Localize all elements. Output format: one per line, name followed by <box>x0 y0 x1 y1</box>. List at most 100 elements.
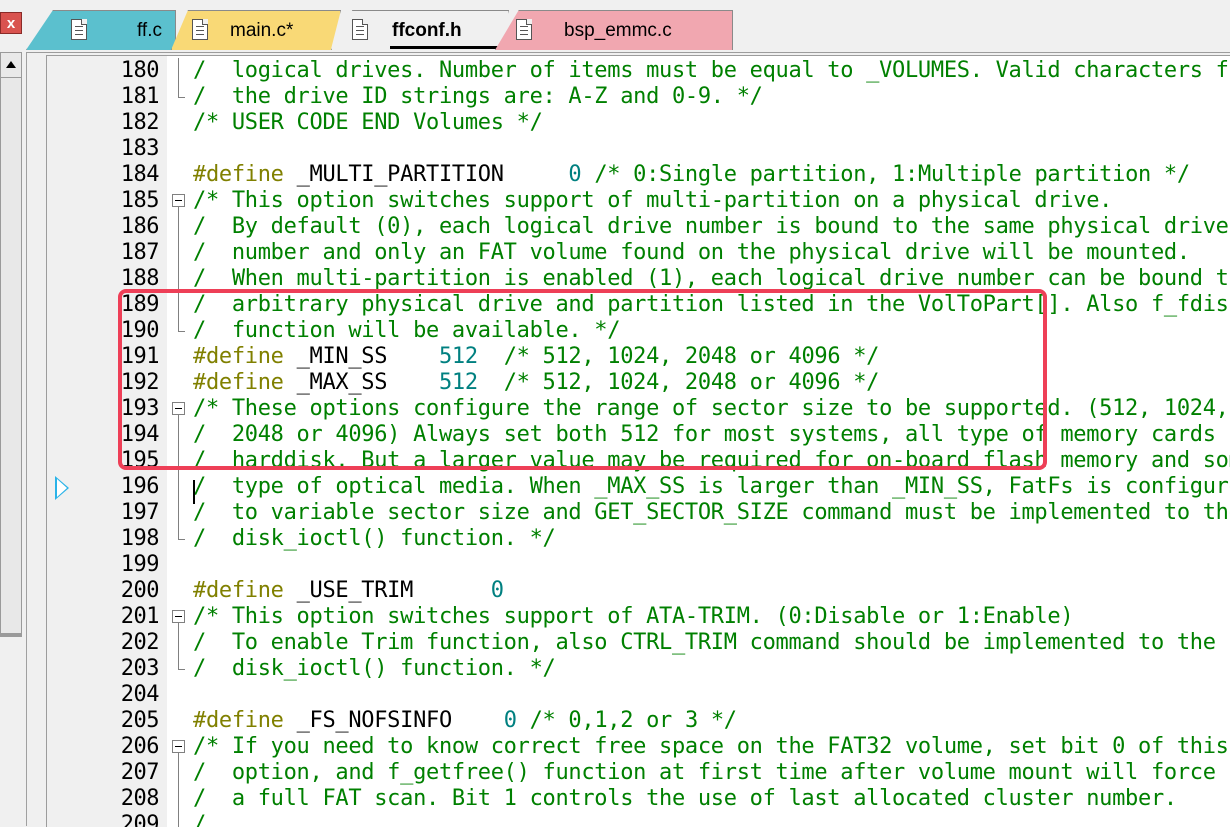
comment-token: / option, and f_getfree() function at fi… <box>193 760 1216 785</box>
scrollbar-track[interactable] <box>0 78 22 633</box>
code-line[interactable]: 208 / a full FAT scan. Bit 1 controls the… <box>47 786 1230 812</box>
code-line[interactable]: 197 / to variable sector size and GET_SEC… <box>47 500 1230 526</box>
tab-bsp-emmc-c[interactable]: bsp_emmc.c <box>495 10 733 50</box>
code-line[interactable]: 187 / number and only an FAT volume found… <box>47 240 1230 266</box>
code-text: / a full FAT scan. Bit 1 controls the us… <box>193 786 1177 812</box>
comment-token: /* 0,1,2 or 3 */ <box>516 708 737 733</box>
number-token: 0 <box>490 578 504 603</box>
comment-token: / a full FAT scan. Bit 1 controls the us… <box>193 786 1177 811</box>
line-number: 189 <box>120 292 160 317</box>
preprocessor-token: #define <box>193 370 284 395</box>
code-line[interactable]: 181 / the drive ID strings are: A-Z and 0… <box>47 84 1230 110</box>
tab-label: main.c* <box>230 20 294 41</box>
code-text: / option, and f_getfree() function at fi… <box>193 760 1216 786</box>
code-line[interactable]: 185 /* This option switches support of mu… <box>47 188 1230 214</box>
code-line[interactable]: 192 #define _MAX_SS 512 /* 512, 1024, 204… <box>47 370 1230 396</box>
code-line[interactable]: 198 / disk_ioctl() function. */ <box>47 526 1230 552</box>
fold-collapse-icon[interactable] <box>171 396 187 422</box>
fold-collapse-icon[interactable] <box>171 188 187 214</box>
comment-token: / disk_ioctl() function. */ <box>193 526 556 551</box>
line-number: 200 <box>120 578 160 603</box>
comment-token: / disk_ioctl() function. */ <box>193 656 556 681</box>
comment-token: / type of optical media. When _MAX_SS is… <box>193 474 1230 499</box>
code-line[interactable]: 180 / logical drives. Number of items mus… <box>47 58 1230 84</box>
line-number: 206 <box>120 734 160 759</box>
code-line[interactable]: 196/ type of optical media. When _MAX_SS… <box>47 474 1230 500</box>
text-caret <box>193 480 195 504</box>
comment-token: /* These options configure the range of … <box>193 396 1229 421</box>
fold-gutter-empty <box>171 370 187 396</box>
code-text: / To enable Trim function, also CTRL_TRI… <box>193 630 1216 656</box>
code-line[interactable]: 184 #define _MULTI_PARTITION 0 /* 0:Singl… <box>47 162 1230 188</box>
fold-gutter-empty <box>171 552 187 578</box>
fold-guide-line <box>171 266 187 292</box>
code-line[interactable]: 203 / disk_ioctl() function. */ <box>47 656 1230 682</box>
document-icon <box>516 19 532 40</box>
fold-gutter-empty <box>171 578 187 604</box>
arrow-up-icon <box>6 61 16 68</box>
preprocessor-token: #define <box>193 344 284 369</box>
line-number: 198 <box>120 526 160 551</box>
code-text: #define _MAX_SS 512 /* 512, 1024, 2048 o… <box>193 370 879 396</box>
tab-label: bsp_emmc.c <box>564 20 672 41</box>
comment-token: / the drive ID strings are: A-Z and 0-9.… <box>193 84 763 109</box>
preprocessor-token: #define <box>193 708 284 733</box>
line-number: 193 <box>120 396 160 421</box>
identifier-token: _FS_NOFSINFO <box>283 708 504 733</box>
fold-guide-end <box>171 526 187 552</box>
fold-guide-line <box>171 448 187 474</box>
code-text: / the drive ID strings are: A-Z and 0-9.… <box>193 84 763 110</box>
fold-collapse-icon[interactable] <box>171 604 187 630</box>
code-line[interactable]: 186 / By default (0), each logical drive … <box>47 214 1230 240</box>
code-text: / disk_ioctl() function. */ <box>193 656 556 682</box>
code-editor[interactable]: 180 / logical drives. Number of items mus… <box>46 55 1230 827</box>
code-line[interactable]: 199 <box>47 552 1230 578</box>
code-line[interactable]: 204 <box>47 682 1230 708</box>
line-number: 195 <box>120 448 160 473</box>
code-line[interactable]: 188 / When multi-partition is enabled (1)… <box>47 266 1230 292</box>
code-line[interactable]: 207 / option, and f_getfree() function at… <box>47 760 1230 786</box>
fold-guide-line <box>171 474 187 500</box>
code-line[interactable]: 202 / To enable Trim function, also CTRL_… <box>47 630 1230 656</box>
code-line[interactable]: 194 / 2048 or 4096) Always set both 512 f… <box>47 422 1230 448</box>
code-line[interactable]: 206 /* If you need to know correct free s… <box>47 734 1230 760</box>
code-line[interactable]: 201 /* This option switches support of AT… <box>47 604 1230 630</box>
tab-ffconf-h[interactable]: ffconf.h <box>331 10 509 50</box>
comment-token: / function will be available. */ <box>193 318 621 343</box>
fold-guide-line <box>171 786 187 812</box>
code-text: / 2048 or 4096) Always set both 512 for … <box>193 422 1230 448</box>
fold-gutter-empty <box>171 344 187 370</box>
code-line[interactable]: 191 #define _MIN_SS 512 /* 512, 1024, 204… <box>47 344 1230 370</box>
fold-collapse-icon[interactable] <box>171 734 187 760</box>
comment-token: / arbitrary physical drive and partition… <box>193 292 1230 317</box>
code-line[interactable]: 183 <box>47 136 1230 162</box>
scroll-up-button[interactable] <box>0 52 22 78</box>
code-line[interactable]: 209 / <box>47 812 1230 827</box>
code-line[interactable]: 190 / function will be available. */ <box>47 318 1230 344</box>
code-line[interactable]: 200 #define _USE_TRIM 0 <box>47 578 1230 604</box>
code-text: / <box>193 812 206 827</box>
code-text: #define _USE_TRIM 0 <box>193 578 504 604</box>
number-token: 512 <box>438 370 478 395</box>
tab-main-c[interactable]: main.c* <box>171 10 341 50</box>
comment-token: /* 512, 1024, 2048 or 4096 */ <box>477 344 880 369</box>
comment-token: / By default (0), each logical drive num… <box>193 214 1229 239</box>
code-text: / harddisk. But a larger value may be re… <box>193 448 1230 474</box>
code-line[interactable]: 182 /* USER CODE END Volumes */ <box>47 110 1230 136</box>
code-line[interactable]: 205 #define _FS_NOFSINFO 0 /* 0,1,2 or 3 … <box>47 708 1230 734</box>
fold-guide-line <box>171 812 187 827</box>
code-text: / When multi-partition is enabled (1), e… <box>193 266 1230 292</box>
comment-token: /* This option switches support of ATA-T… <box>193 604 1074 629</box>
code-text: /* This option switches support of ATA-T… <box>193 604 1074 630</box>
line-number: 185 <box>120 188 160 213</box>
number-token: 0 <box>503 708 517 733</box>
code-line[interactable]: 195 / harddisk. But a larger value may be… <box>47 448 1230 474</box>
code-line[interactable]: 193 /* These options configure the range … <box>47 396 1230 422</box>
comment-token: /* 512, 1024, 2048 or 4096 */ <box>477 370 880 395</box>
fold-gutter-empty <box>171 136 187 162</box>
close-icon[interactable]: x <box>0 12 22 34</box>
line-number: 186 <box>120 214 160 239</box>
code-line[interactable]: 189 / arbitrary physical drive and partit… <box>47 292 1230 318</box>
code-text: /* If you need to know correct free spac… <box>193 734 1229 760</box>
active-tab-underline <box>390 46 498 49</box>
